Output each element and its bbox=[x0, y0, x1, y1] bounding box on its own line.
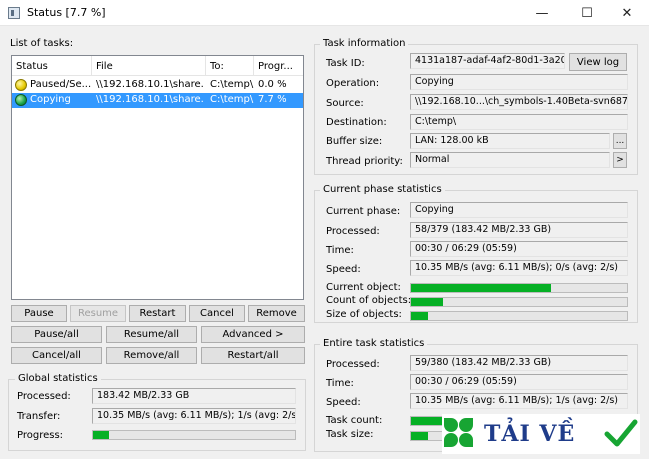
phase-speed-label: Speed: bbox=[326, 264, 361, 275]
title-bar[interactable]: Status [7.7 %] — ☐ ✕ bbox=[0, 0, 649, 26]
task-destination: C:\temp\ bbox=[210, 79, 254, 90]
column-header-to[interactable]: To: bbox=[206, 56, 254, 76]
restart-button[interactable]: Restart bbox=[129, 305, 186, 322]
maximize-button[interactable]: ☐ bbox=[565, 0, 609, 26]
copying-status-icon bbox=[15, 94, 27, 106]
cancel-button[interactable]: Cancel bbox=[189, 305, 245, 322]
count-of-objects-progress-fill bbox=[411, 298, 444, 306]
checkmark-icon bbox=[604, 419, 638, 447]
task-file: \\192.168.10.1\share... bbox=[96, 79, 204, 90]
global-progress-fill bbox=[93, 431, 109, 439]
current-object-progress-bar bbox=[410, 283, 628, 293]
task-status: Copying bbox=[30, 94, 71, 105]
watermark: TẢI VỀ bbox=[442, 414, 640, 454]
thread-priority-button[interactable]: > bbox=[613, 152, 627, 168]
destination-value: C:\temp\ bbox=[410, 114, 628, 130]
phase-time-label: Time: bbox=[326, 245, 354, 256]
minimize-button[interactable]: — bbox=[520, 0, 564, 26]
close-button[interactable]: ✕ bbox=[605, 0, 649, 26]
entire-time-label: Time: bbox=[326, 378, 354, 389]
current-object-progress-fill bbox=[411, 284, 552, 292]
resume-all-button[interactable]: Resume/all bbox=[106, 326, 197, 343]
entire-time-value: 00:30 / 06:29 (05:59) bbox=[410, 374, 628, 390]
column-header-status[interactable]: Status bbox=[12, 56, 92, 76]
global-processed-label: Processed: bbox=[17, 391, 71, 402]
operation-label: Operation: bbox=[326, 78, 380, 89]
size-of-objects-label: Size of objects: bbox=[326, 309, 402, 320]
buffer-size-label: Buffer size: bbox=[326, 136, 383, 147]
cancel-all-button[interactable]: Cancel/all bbox=[11, 347, 102, 364]
task-progress: 0.0 % bbox=[258, 79, 287, 90]
count-of-objects-label: Count of objects: bbox=[326, 295, 412, 306]
entire-task-statistics-title: Entire task statistics bbox=[320, 338, 428, 349]
task-size-label: Task size: bbox=[326, 429, 374, 440]
task-list-header: Status File To: Progr... bbox=[12, 56, 303, 76]
clover-logo-icon bbox=[444, 418, 474, 448]
task-count-progress-fill bbox=[411, 417, 444, 425]
column-header-file[interactable]: File bbox=[92, 56, 206, 76]
pause-all-button[interactable]: Pause/all bbox=[11, 326, 102, 343]
phase-processed-label: Processed: bbox=[326, 226, 380, 237]
task-size-progress-fill bbox=[411, 432, 428, 440]
restart-all-button[interactable]: Restart/all bbox=[201, 347, 305, 364]
task-destination: C:\temp\ bbox=[210, 94, 254, 105]
destination-label: Destination: bbox=[326, 117, 387, 128]
source-label: Source: bbox=[326, 98, 364, 109]
count-of-objects-progress-bar bbox=[410, 297, 628, 307]
task-list-label: List of tasks: bbox=[10, 38, 74, 49]
window-title: Status [7.7 %] bbox=[27, 6, 106, 19]
global-progress-bar bbox=[92, 430, 296, 440]
global-progress-label: Progress: bbox=[17, 430, 64, 441]
paused-status-icon bbox=[15, 79, 27, 91]
column-header-progress[interactable]: Progr... bbox=[254, 56, 304, 76]
global-processed-value: 183.42 MB/2.33 GB bbox=[92, 388, 296, 404]
current-phase-label: Current phase: bbox=[326, 206, 401, 217]
entire-processed-label: Processed: bbox=[326, 359, 380, 370]
size-of-objects-progress-fill bbox=[411, 312, 428, 320]
advanced-button[interactable]: Advanced > bbox=[201, 326, 305, 343]
phase-speed-value: 10.35 MB/s (avg: 6.11 MB/s); 0/s (avg: 2… bbox=[410, 260, 628, 276]
entire-speed-value: 10.35 MB/s (avg: 6.11 MB/s); 1/s (avg: 2… bbox=[410, 393, 628, 409]
thread-priority-label: Thread priority: bbox=[326, 156, 403, 167]
source-value: \\192.168.10...\ch_symbols-1.40Beta-svn6… bbox=[410, 94, 628, 110]
phase-processed-value: 58/379 (183.42 MB/2.33 GB) bbox=[410, 222, 628, 238]
current-phase-value: Copying bbox=[410, 202, 628, 218]
table-row[interactable]: Copying \\192.168.10.1\share... C:\temp\… bbox=[12, 93, 303, 108]
resume-button[interactable]: Resume bbox=[70, 305, 126, 322]
size-of-objects-progress-bar bbox=[410, 311, 628, 321]
pause-button[interactable]: Pause bbox=[11, 305, 67, 322]
operation-value: Copying bbox=[410, 74, 628, 90]
task-status: Paused/Se... bbox=[30, 79, 92, 90]
thread-priority-value: Normal bbox=[410, 152, 610, 168]
remove-all-button[interactable]: Remove/all bbox=[106, 347, 197, 364]
remove-button[interactable]: Remove bbox=[248, 305, 305, 322]
phase-statistics-title: Current phase statistics bbox=[320, 184, 445, 195]
phase-time-value: 00:30 / 06:29 (05:59) bbox=[410, 241, 628, 257]
entire-processed-value: 59/380 (183.42 MB/2.33 GB) bbox=[410, 355, 628, 371]
watermark-text: TẢI VỀ bbox=[484, 421, 576, 447]
global-transfer-label: Transfer: bbox=[17, 411, 61, 422]
entire-speed-label: Speed: bbox=[326, 397, 361, 408]
task-id-value: 4131a187-adaf-4af2-80d1-3a2098 bbox=[410, 53, 565, 69]
task-count-label: Task count: bbox=[326, 415, 383, 426]
task-file: \\192.168.10.1\share... bbox=[96, 94, 204, 105]
app-icon bbox=[8, 7, 20, 19]
task-id-label: Task ID: bbox=[326, 58, 365, 69]
global-statistics-title: Global statistics bbox=[15, 373, 101, 384]
dialog-body: List of tasks: Status File To: Progr... … bbox=[0, 26, 649, 459]
buffer-size-edit-button[interactable]: ... bbox=[613, 133, 627, 149]
buffer-size-value: LAN: 128.00 kB bbox=[410, 133, 610, 149]
current-object-label: Current object: bbox=[326, 282, 401, 293]
table-row[interactable]: Paused/Se... \\192.168.10.1\share... C:\… bbox=[12, 78, 303, 93]
task-list[interactable]: Status File To: Progr... Paused/Se... \\… bbox=[11, 55, 304, 300]
task-information-title: Task information bbox=[320, 38, 409, 49]
global-transfer-value: 10.35 MB/s (avg: 6.11 MB/s); 1/s (avg: 2… bbox=[92, 408, 296, 424]
task-progress: 7.7 % bbox=[258, 94, 287, 105]
view-log-button[interactable]: View log bbox=[569, 53, 627, 71]
